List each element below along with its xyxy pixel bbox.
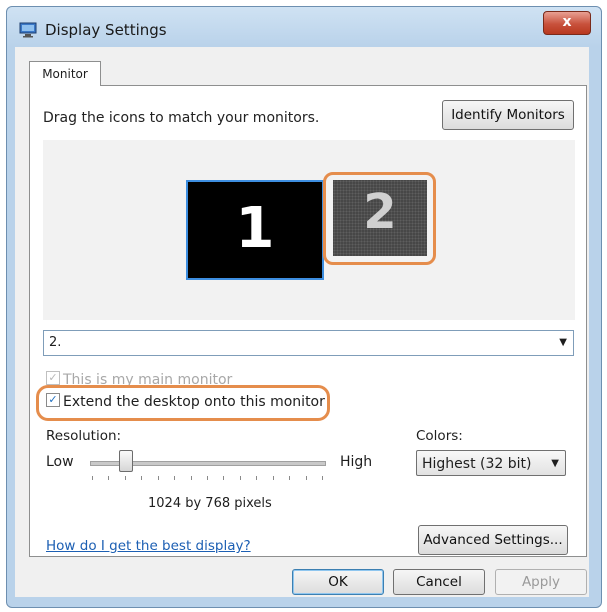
window-title: Display Settings (45, 21, 167, 39)
advanced-settings-button[interactable]: Advanced Settings... (418, 525, 568, 555)
colors-select-dropdown[interactable]: Highest (32 bit) ▼ (416, 450, 566, 476)
slider-tick (272, 476, 274, 480)
extend-desktop-label: Extend the desktop onto this monitor (63, 394, 325, 410)
close-button[interactable]: x (543, 11, 591, 35)
cancel-button[interactable]: Cancel (393, 569, 485, 595)
slider-tick (108, 476, 110, 480)
resolution-label: Resolution: (46, 428, 122, 444)
tab-monitor[interactable]: Monitor (29, 61, 101, 86)
monitor-select-value: 2. (49, 335, 62, 350)
monitor-1-number: 1 (235, 196, 275, 261)
slider-tick (223, 476, 225, 480)
slider-tick (239, 476, 241, 480)
resolution-high-label: High (340, 454, 373, 470)
slider-tick (157, 476, 159, 480)
best-display-help-link[interactable]: How do I get the best display? (46, 538, 251, 554)
slider-tick (141, 476, 143, 480)
resolution-low-label: Low (46, 454, 74, 470)
extend-desktop-checkbox-row[interactable]: ✓ Extend the desktop onto this monitor (46, 393, 325, 412)
monitor-1-icon[interactable]: 1 (186, 180, 324, 280)
colors-label: Colors: (416, 428, 463, 444)
monitor-select-dropdown[interactable]: 2. ▼ (43, 330, 574, 356)
extend-desktop-checkbox[interactable]: ✓ (46, 393, 60, 407)
slider-tick (207, 476, 208, 480)
ok-button[interactable]: OK (292, 569, 384, 595)
slider-tick (190, 476, 192, 480)
slider-tick (305, 476, 307, 480)
main-monitor-checkbox: ✓ (46, 371, 60, 385)
monitor-arrangement-area: 1 2 (43, 140, 575, 320)
chevron-down-icon: ▼ (551, 458, 559, 469)
monitor-tab-panel: Drag the icons to match your monitors. I… (29, 85, 587, 557)
resolution-slider-thumb[interactable] (119, 450, 134, 472)
chevron-down-icon: ▼ (559, 337, 567, 348)
apply-button: Apply (495, 569, 587, 595)
display-settings-window: Display Settings x Monitor Drag the icon… (6, 6, 602, 608)
resolution-value: 1024 by 768 pixels (148, 496, 272, 511)
monitor-2-icon[interactable]: 2 (333, 180, 427, 256)
monitor-2-number: 2 (363, 184, 397, 240)
close-icon: x (562, 14, 572, 30)
slider-tick (256, 476, 258, 480)
drag-instruction: Drag the icons to match your monitors. (43, 110, 320, 126)
slider-tick (289, 476, 291, 480)
slider-tick (92, 476, 93, 480)
slider-tick (124, 476, 126, 480)
resolution-slider-ticks (92, 476, 323, 482)
dialog-client-area: Monitor Drag the icons to match your mon… (15, 47, 589, 597)
title-bar[interactable]: Display Settings x (7, 7, 601, 47)
identify-monitors-button[interactable]: Identify Monitors (442, 100, 574, 130)
slider-tick (174, 476, 176, 480)
slider-tick (322, 476, 323, 480)
colors-select-value: Highest (32 bit) (422, 456, 532, 472)
display-settings-app-icon (19, 22, 37, 38)
